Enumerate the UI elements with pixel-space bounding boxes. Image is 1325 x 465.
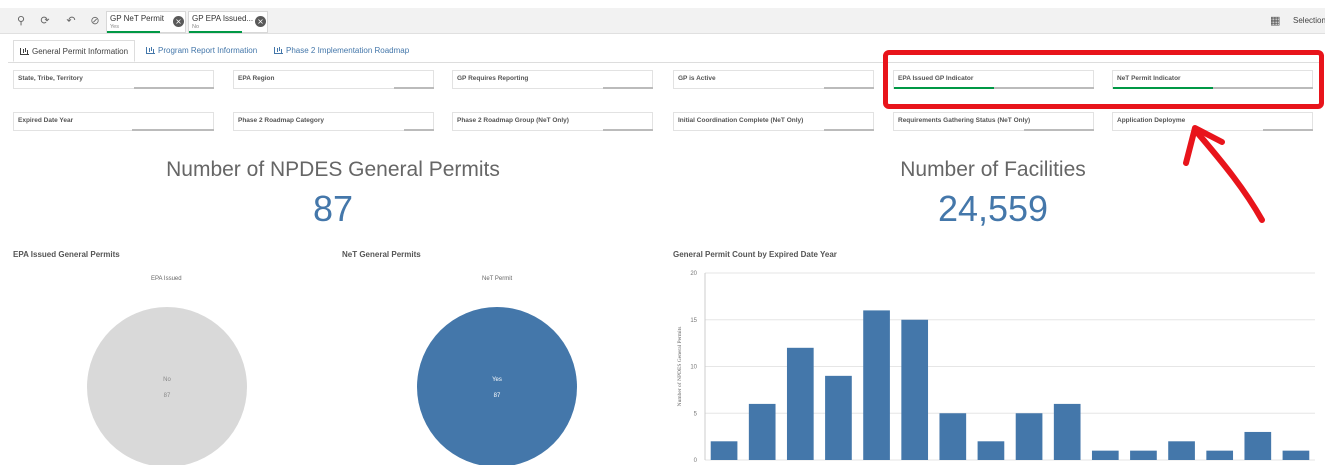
qlik-sheet: ⚲ ⟳ ↶ ⊘ GP NeT Permit Yes × GP EPA Issue… [0,0,1325,465]
annotation-arrow [1183,125,1265,223]
